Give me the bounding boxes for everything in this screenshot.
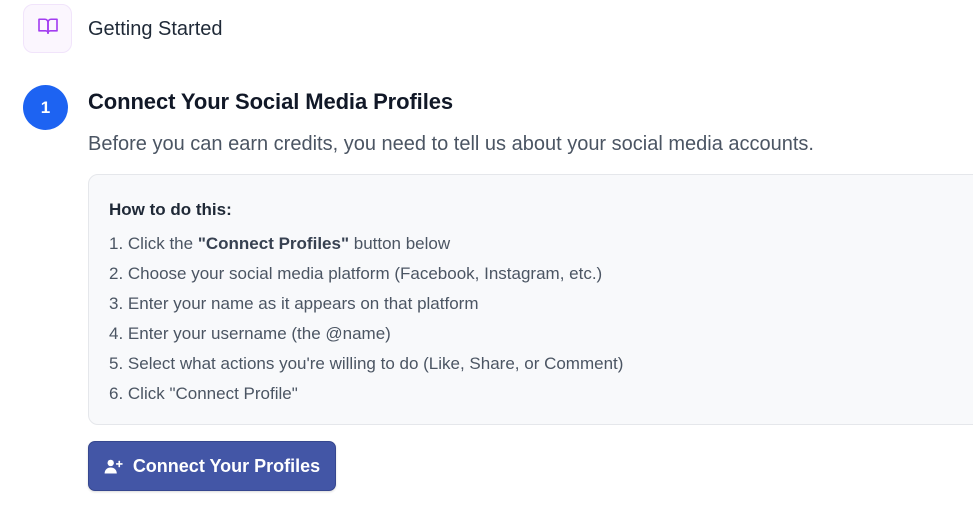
step-title: Connect Your Social Media Profiles — [88, 89, 453, 114]
step-number-badge: 1 — [23, 85, 68, 130]
connect-profiles-label: Connect Your Profiles — [132, 455, 321, 476]
instruction-item: 1. Click the "Connect Profiles" button b… — [109, 234, 451, 253]
book-open-icon — [37, 17, 59, 40]
instructions-panel: How to do this: 1. Click the "Connect Pr… — [88, 174, 973, 425]
section-title: Getting Started — [88, 18, 223, 40]
instruction-item: 2. Choose your social media platform (Fa… — [109, 264, 603, 283]
instruction-item: 5. Select what actions you're willing to… — [109, 354, 624, 373]
connect-profiles-button[interactable]: Connect Your Profiles — [88, 441, 336, 491]
instructions-heading: How to do this: — [109, 200, 232, 219]
instruction-item: 3. Enter your name as it appears on that… — [109, 294, 479, 313]
instructions-list: 1. Click the "Connect Profiles" button b… — [109, 232, 623, 412]
instruction-item: 4. Enter your username (the @name) — [109, 324, 391, 343]
instruction-item: 6. Click "Connect Profile" — [109, 384, 298, 403]
step-description: Before you can earn credits, you need to… — [88, 133, 814, 155]
header-icon-container — [23, 4, 72, 53]
user-plus-icon — [104, 459, 123, 474]
getting-started-page: Getting Started 1 Connect Your Social Me… — [0, 0, 973, 528]
